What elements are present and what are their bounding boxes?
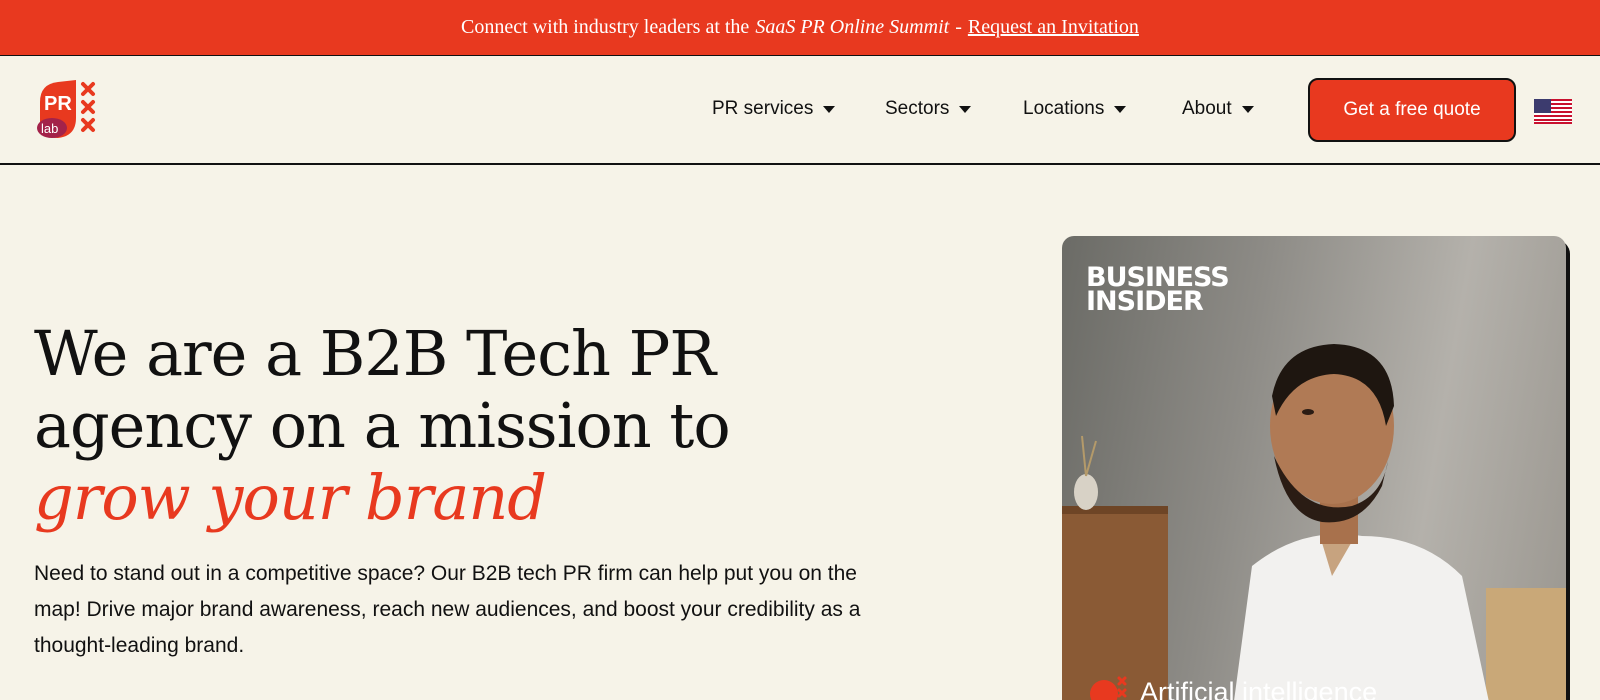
hero-headline-line2: agency on a mission to — [34, 389, 731, 462]
business-insider-logo: BUSINESS INSIDER — [1086, 264, 1230, 317]
hero-headline: We are a B2B Tech PR agency on a mission… — [34, 318, 834, 534]
nav-locations-label: Locations — [1023, 98, 1105, 119]
card-caption-row: Artificial intelligence — [1088, 672, 1377, 700]
nav-about-label: About — [1182, 98, 1232, 119]
announcement-event: SaaS PR Online Summit — [755, 16, 950, 38]
announcement-separator: - — [955, 16, 962, 38]
pr-lab-logo[interactable]: PR lab — [34, 78, 100, 140]
chevron-down-icon — [1114, 105, 1127, 113]
us-flag-icon[interactable] — [1534, 99, 1572, 124]
card-caption: Artificial intelligence — [1140, 676, 1378, 700]
get-free-quote-button[interactable]: Get a free quote — [1308, 78, 1516, 142]
chevron-down-icon — [823, 105, 836, 113]
chevron-down-icon — [1241, 105, 1254, 113]
nav-sectors-label: Sectors — [885, 98, 950, 119]
nav-locations[interactable]: Locations — [1023, 98, 1127, 120]
hero-headline-line1: We are a B2B Tech PR — [34, 317, 716, 390]
announcement-text: Connect with industry leaders at the — [461, 16, 750, 38]
publication-line2: INSIDER — [1086, 286, 1204, 317]
press-feature-card[interactable]: BUSINESS INSIDER Artificial intelligence — [1062, 236, 1566, 700]
pr-lab-badge-icon — [1090, 676, 1127, 700]
hero-description: Need to stand out in a competitive space… — [34, 562, 861, 657]
logo-text-pr: PR — [44, 93, 72, 115]
announcement-bar: Connect with industry leaders at the Saa… — [0, 0, 1600, 56]
hero-headline-accent: grow your brand — [34, 461, 547, 534]
request-invitation-link[interactable]: Request an Invitation — [968, 16, 1139, 39]
chevron-down-icon — [959, 105, 972, 113]
nav-pr-services[interactable]: PR services — [712, 98, 836, 120]
nav-pr-services-label: PR services — [712, 98, 814, 119]
logo-text-lab: lab — [41, 121, 58, 136]
nav-about[interactable]: About — [1182, 98, 1254, 120]
site-header: PR lab PR services Sectors Locations Abo… — [0, 56, 1600, 165]
nav-sectors[interactable]: Sectors — [885, 98, 972, 120]
